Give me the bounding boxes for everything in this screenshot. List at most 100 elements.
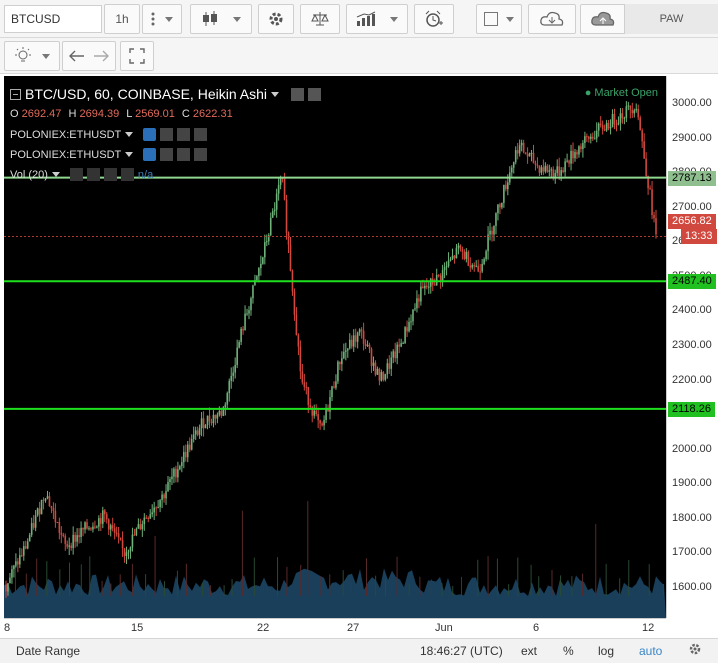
candle-body [339, 361, 341, 365]
candle-body [244, 313, 246, 331]
symbol-title[interactable]: BTC/USD, 60, COINBASE, Heikin Ashi [25, 86, 267, 102]
candle-body [562, 170, 564, 172]
candle-body [352, 335, 355, 347]
auto-toggle[interactable]: auto [639, 644, 662, 658]
candle-body [186, 444, 189, 458]
candle-body [633, 110, 636, 114]
chevron-down-icon[interactable] [270, 91, 279, 97]
overlay-label[interactable]: POLONIEX:ETHUSDT [10, 129, 121, 141]
candle-body [427, 286, 430, 288]
plus-icon[interactable] [177, 128, 191, 141]
candle-body [645, 158, 647, 176]
time-tick-label: 12 [642, 622, 655, 634]
utc-clock[interactable]: 18:46:27 (UTC) [420, 644, 503, 658]
collapse-legend-icon[interactable] [10, 88, 21, 100]
candle-body [271, 211, 274, 218]
interval-menu-button[interactable] [142, 4, 182, 34]
candle-body [398, 344, 400, 347]
plus-icon[interactable] [103, 168, 117, 181]
paw-button[interactable]: PAW [624, 4, 718, 34]
candle-body [103, 510, 106, 515]
settings-button[interactable] [258, 4, 294, 34]
gear-icon[interactable] [307, 87, 321, 101]
candle-body [242, 328, 244, 331]
candle-body [406, 327, 408, 332]
volume-label[interactable]: Vol (20) [10, 169, 48, 181]
candle-body [24, 546, 27, 549]
percent-toggle[interactable]: % [563, 644, 574, 658]
chart-legend-title: BTC/USD, 60, COINBASE, Heikin Ashi [10, 86, 321, 102]
close-icon[interactable] [194, 148, 208, 161]
save-layout-button[interactable] [580, 4, 626, 34]
eye-icon[interactable] [143, 148, 157, 161]
close-value: 2622.31 [192, 108, 233, 120]
candle-body [641, 130, 643, 142]
gear-icon[interactable] [86, 168, 100, 181]
candle-body [554, 173, 557, 177]
undo-icon[interactable] [69, 49, 85, 63]
ext-toggle[interactable]: ext [521, 644, 537, 658]
candle-body [204, 425, 207, 429]
chart-style-button[interactable] [190, 4, 252, 34]
candle-body [457, 245, 460, 248]
candle-body [198, 428, 201, 435]
symbol-input[interactable] [4, 5, 102, 33]
candle-body [631, 109, 634, 114]
time-tick-label: 27 [347, 622, 360, 634]
close-icon[interactable] [194, 128, 208, 141]
interval-button[interactable]: 1h [104, 4, 140, 34]
high-label: H [68, 108, 77, 120]
redo-icon[interactable] [93, 49, 109, 63]
drawing-style-button[interactable] [476, 4, 522, 34]
chevron-down-icon[interactable] [125, 132, 134, 137]
candle-body [402, 343, 404, 345]
eye-icon[interactable] [69, 168, 83, 181]
candle-body [13, 565, 15, 570]
candle-body [341, 358, 343, 365]
chart-pane[interactable]: BTC/USD, 60, COINBASE, Heikin Ashi O 269… [4, 76, 666, 618]
candle-body [374, 362, 377, 375]
line-price-tag: 2487.40 [668, 274, 716, 290]
time-tick-label: 15 [131, 622, 144, 634]
candle-body [625, 106, 628, 118]
overlay-label[interactable]: POLONIEX:ETHUSDT [10, 149, 121, 161]
candle-body [613, 113, 616, 125]
chevron-down-icon[interactable] [125, 152, 134, 157]
fullscreen-button[interactable] [120, 41, 154, 71]
eye-icon[interactable] [290, 87, 304, 101]
overlay-row[interactable]: POLONIEX:ETHUSDT [10, 128, 208, 141]
log-toggle[interactable]: log [598, 644, 614, 658]
candle-body [414, 308, 416, 310]
overlay-row[interactable]: POLONIEX:ETHUSDT [10, 148, 208, 161]
candle-body [256, 276, 258, 281]
close-icon[interactable] [120, 168, 134, 181]
price-axis[interactable]: 3000.002900.002800.002700.002600.002500.… [666, 76, 718, 618]
candle-body [655, 218, 657, 235]
candle-body [422, 286, 424, 289]
gear-icon[interactable] [160, 148, 174, 161]
candle-body [343, 351, 345, 359]
hints-button[interactable] [4, 41, 60, 71]
candle-body [228, 380, 231, 394]
volume-legend[interactable]: Vol (20) n/a [10, 168, 153, 181]
gear-icon[interactable] [688, 642, 702, 659]
candle-body [463, 251, 466, 260]
candle-body [404, 327, 406, 344]
eye-icon[interactable] [143, 128, 157, 141]
gear-icon[interactable] [160, 128, 174, 141]
date-range-button[interactable]: Date Range [16, 644, 80, 658]
candle-body [161, 494, 163, 501]
alert-button[interactable] [414, 4, 454, 34]
chevron-down-icon[interactable] [51, 172, 60, 177]
candle-body [175, 468, 177, 478]
compare-button[interactable] [300, 4, 340, 34]
plus-icon[interactable] [177, 148, 191, 161]
candle-body [62, 534, 65, 537]
time-axis[interactable]: 8 15 22 27 Jun 6 12 [4, 618, 666, 638]
candle-body [550, 169, 553, 171]
load-layout-button[interactable] [528, 4, 576, 34]
indicators-button[interactable] [346, 4, 408, 34]
candle-body [392, 351, 395, 358]
candle-body [429, 278, 432, 287]
candle-body [461, 249, 464, 252]
